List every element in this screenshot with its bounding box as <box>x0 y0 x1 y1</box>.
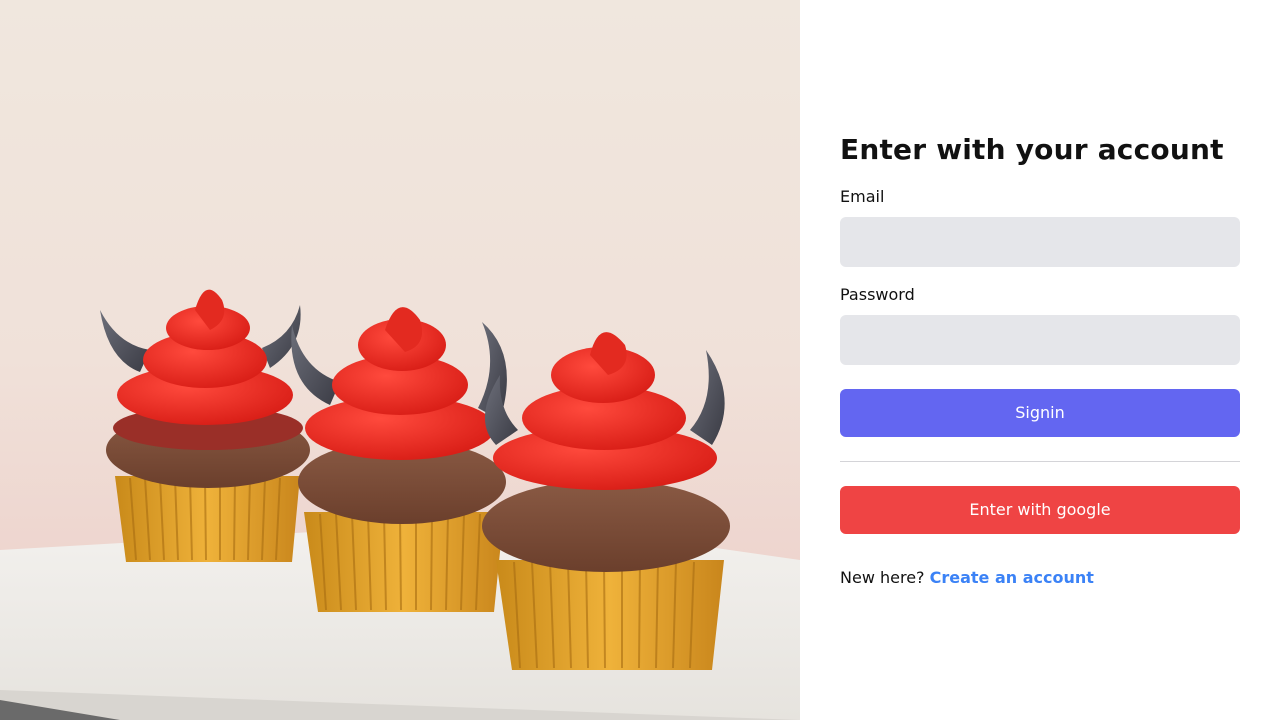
google-signin-button[interactable]: Enter with google <box>840 486 1240 534</box>
login-page: Enter with your account Email Password S… <box>0 0 1280 720</box>
signin-button[interactable]: Signin <box>840 389 1240 437</box>
login-form: Enter with your account Email Password S… <box>840 130 1240 588</box>
divider <box>840 461 1240 462</box>
signup-prompt-text: New here? <box>840 568 925 587</box>
page-title: Enter with your account <box>840 133 1224 166</box>
password-field[interactable] <box>840 315 1240 365</box>
create-account-link[interactable]: Create an account <box>930 568 1094 587</box>
signup-prompt: New here? Create an account <box>840 568 1240 588</box>
email-label: Email <box>840 187 885 206</box>
password-label: Password <box>840 285 915 304</box>
hero-image <box>0 0 800 720</box>
cupcakes-illustration <box>0 0 800 720</box>
email-field[interactable] <box>840 217 1240 267</box>
login-panel: Enter with your account Email Password S… <box>800 0 1280 720</box>
